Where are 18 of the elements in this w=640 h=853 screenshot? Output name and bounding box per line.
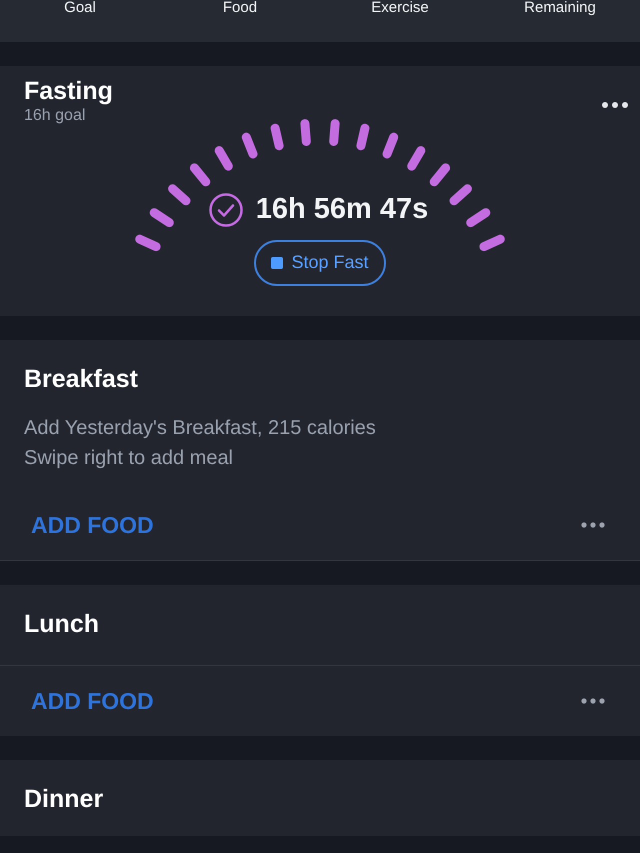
column-label: Goal: [64, 0, 96, 16]
meal-title: Breakfast: [24, 364, 139, 395]
add-food-button[interactable]: ADD FOOD: [31, 510, 154, 540]
card-title: Fasting: [24, 76, 113, 106]
column-label: Exercise: [371, 0, 429, 16]
column-label: Remaining: [524, 0, 596, 16]
meal-title: Dinner: [24, 784, 104, 815]
add-food-button[interactable]: ADD FOOD: [31, 686, 154, 716]
meal-hint: Swipe right to add meal: [24, 446, 234, 470]
meal-title: Lunch: [24, 609, 100, 640]
more-icon[interactable]: [581, 698, 605, 704]
stop-fast-button[interactable]: Stop Fast: [254, 240, 386, 286]
more-icon[interactable]: [581, 522, 605, 528]
elapsed-time: 16h 56m 47s: [256, 192, 428, 227]
meal-hint: Add Yesterday's Breakfast, 215 calories: [24, 416, 377, 440]
goal-text: 16h goal: [24, 106, 86, 126]
column-label: Food: [222, 0, 258, 16]
more-icon[interactable]: [602, 102, 628, 108]
